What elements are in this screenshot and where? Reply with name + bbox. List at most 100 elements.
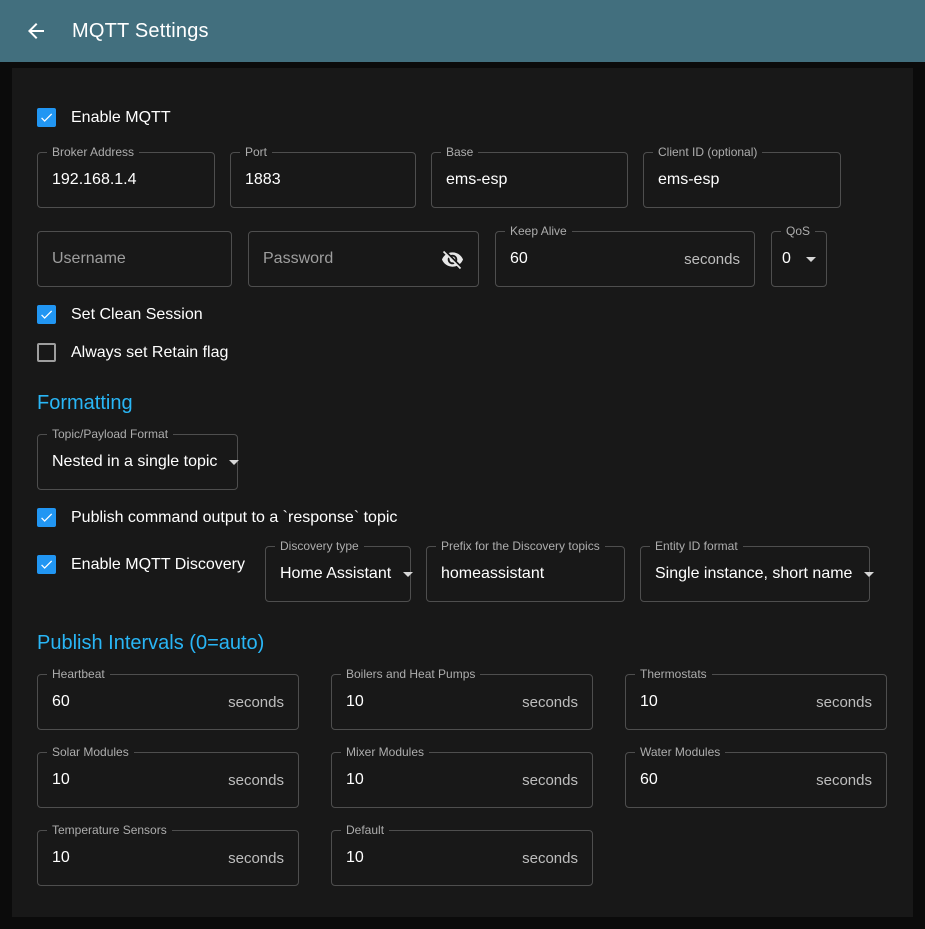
heartbeat-interval-field: Heartbeat seconds [37, 674, 299, 730]
publish-intervals-heading: Publish Intervals (0=auto) [37, 632, 888, 655]
chevron-down-icon [403, 572, 413, 577]
chevron-down-icon [229, 460, 239, 465]
port-field: Port [230, 152, 416, 208]
entity-id-format-value: Single instance, short name [655, 565, 852, 583]
credentials-row: Keep Alive seconds QoS 0 [37, 231, 888, 287]
water-interval-label: Water Modules [635, 745, 725, 759]
publish-intervals-grid: Heartbeat seconds Boilers and Heat Pumps… [37, 674, 888, 886]
qos-select[interactable]: QoS 0 [771, 231, 827, 287]
app-bar: MQTT Settings [0, 0, 925, 62]
password-input[interactable] [263, 250, 441, 268]
discovery-type-label: Discovery type [275, 539, 364, 553]
formatting-heading: Formatting [37, 392, 888, 415]
broker-address-label: Broker Address [47, 145, 139, 159]
retain-flag-label: Always set Retain flag [71, 344, 228, 362]
solar-interval-input[interactable] [52, 771, 218, 789]
publish-response-checkbox-row[interactable]: Publish command output to a `response` t… [37, 508, 888, 527]
topic-format-select[interactable]: Topic/Payload Format Nested in a single … [37, 434, 238, 490]
visibility-off-icon [441, 248, 464, 271]
username-field [37, 231, 232, 287]
base-label: Base [441, 145, 478, 159]
publish-response-label: Publish command output to a `response` t… [71, 509, 397, 527]
retain-flag-checkbox-row[interactable]: Always set Retain flag [37, 343, 888, 362]
default-interval-unit: seconds [512, 850, 578, 867]
publish-response-checkbox[interactable] [37, 508, 56, 527]
boilers-interval-unit: seconds [512, 694, 578, 711]
check-icon [39, 510, 54, 525]
broker-address-input[interactable] [52, 171, 200, 189]
mixer-interval-input[interactable] [346, 771, 512, 789]
default-interval-input[interactable] [346, 849, 512, 867]
entity-id-format-label: Entity ID format [650, 539, 743, 553]
solar-interval-field: Solar Modules seconds [37, 752, 299, 808]
username-input[interactable] [52, 250, 217, 268]
check-icon [39, 307, 54, 322]
topic-format-value: Nested in a single topic [52, 453, 217, 471]
temperature-sensors-interval-input[interactable] [52, 849, 218, 867]
solar-interval-unit: seconds [218, 772, 284, 789]
client-id-input[interactable] [658, 171, 826, 189]
discovery-row: Enable MQTT Discovery Discovery type Hom… [37, 546, 888, 602]
temperature-sensors-interval-field: Temperature Sensors seconds [37, 830, 299, 886]
arrow-left-icon [24, 19, 48, 43]
boilers-interval-label: Boilers and Heat Pumps [341, 667, 480, 681]
solar-interval-label: Solar Modules [47, 745, 134, 759]
temperature-sensors-interval-label: Temperature Sensors [47, 823, 172, 837]
mixer-interval-field: Mixer Modules seconds [331, 752, 593, 808]
page-title: MQTT Settings [72, 20, 209, 43]
water-interval-field: Water Modules seconds [625, 752, 887, 808]
port-input[interactable] [245, 171, 401, 189]
water-interval-unit: seconds [806, 772, 872, 789]
retain-flag-checkbox[interactable] [37, 343, 56, 362]
thermostats-interval-label: Thermostats [635, 667, 712, 681]
keep-alive-input[interactable] [510, 250, 674, 268]
boilers-interval-field: Boilers and Heat Pumps seconds [331, 674, 593, 730]
enable-discovery-label: Enable MQTT Discovery [71, 556, 245, 574]
thermostats-interval-unit: seconds [806, 694, 872, 711]
back-button[interactable] [22, 17, 50, 45]
check-icon [39, 557, 54, 572]
entity-id-format-select[interactable]: Entity ID format Single instance, short … [640, 546, 870, 602]
default-interval-label: Default [341, 823, 389, 837]
keep-alive-field: Keep Alive seconds [495, 231, 755, 287]
heartbeat-interval-unit: seconds [218, 694, 284, 711]
settings-panel: Enable MQTT Broker Address Port Base Cli… [12, 68, 913, 917]
toggle-password-visibility-button[interactable] [441, 248, 464, 271]
mixer-interval-label: Mixer Modules [341, 745, 429, 759]
enable-mqtt-checkbox[interactable] [37, 108, 56, 127]
discovery-type-select[interactable]: Discovery type Home Assistant [265, 546, 411, 602]
enable-mqtt-checkbox-row[interactable]: Enable MQTT [37, 108, 888, 127]
clean-session-checkbox-row[interactable]: Set Clean Session [37, 305, 888, 324]
discovery-type-value: Home Assistant [280, 565, 391, 583]
default-interval-field: Default seconds [331, 830, 593, 886]
enable-discovery-checkbox-row[interactable]: Enable MQTT Discovery [37, 555, 250, 574]
check-icon [39, 110, 54, 125]
temperature-sensors-interval-unit: seconds [218, 850, 284, 867]
base-input[interactable] [446, 171, 613, 189]
clean-session-label: Set Clean Session [71, 306, 203, 324]
broker-address-field: Broker Address [37, 152, 215, 208]
heartbeat-interval-input[interactable] [52, 693, 218, 711]
qos-label: QoS [781, 224, 815, 238]
password-field [248, 231, 479, 287]
enable-discovery-checkbox[interactable] [37, 555, 56, 574]
clean-session-checkbox[interactable] [37, 305, 56, 324]
topic-format-label: Topic/Payload Format [47, 427, 173, 441]
port-label: Port [240, 145, 272, 159]
thermostats-interval-input[interactable] [640, 693, 806, 711]
mixer-interval-unit: seconds [512, 772, 578, 789]
discovery-prefix-input[interactable] [441, 565, 610, 583]
keep-alive-label: Keep Alive [505, 224, 572, 238]
broker-row: Broker Address Port Base Client ID (opti… [37, 152, 888, 208]
thermostats-interval-field: Thermostats seconds [625, 674, 887, 730]
enable-mqtt-label: Enable MQTT [71, 109, 171, 127]
water-interval-input[interactable] [640, 771, 806, 789]
client-id-label: Client ID (optional) [653, 145, 762, 159]
keep-alive-unit: seconds [674, 251, 740, 268]
discovery-prefix-label: Prefix for the Discovery topics [436, 539, 605, 553]
chevron-down-icon [806, 257, 816, 262]
qos-value: 0 [782, 250, 791, 268]
boilers-interval-input[interactable] [346, 693, 512, 711]
base-field: Base [431, 152, 628, 208]
client-id-field: Client ID (optional) [643, 152, 841, 208]
